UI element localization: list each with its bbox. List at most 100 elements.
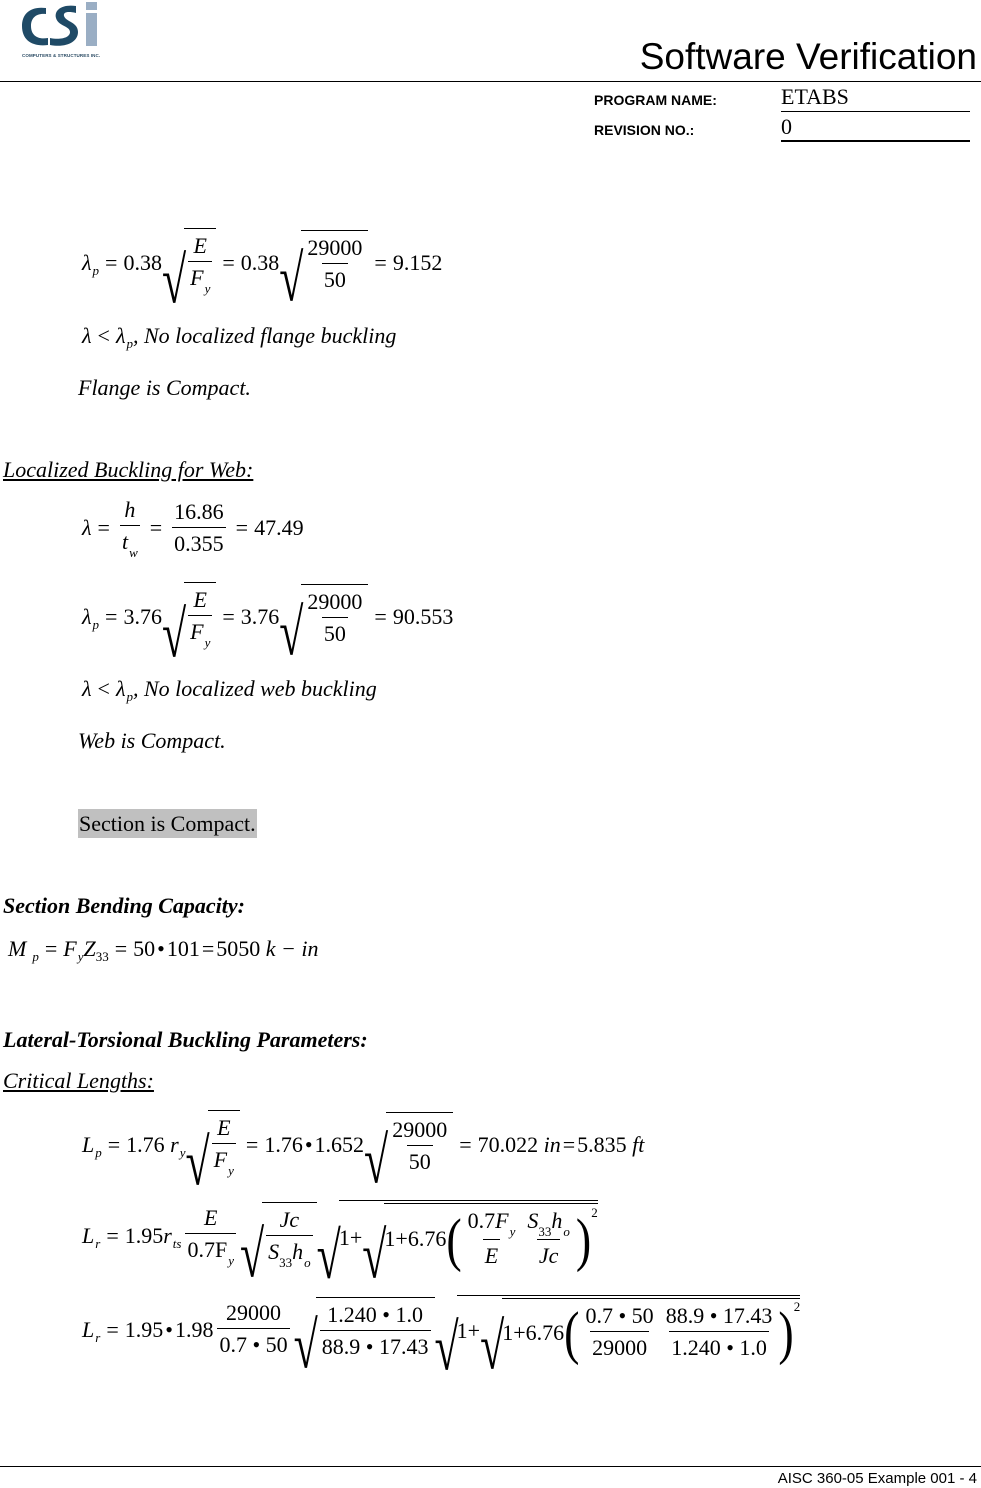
denominator: F <box>190 265 204 290</box>
bending-heading: Section Bending Capacity: <box>3 893 245 918</box>
symbol-z: Z <box>83 936 96 961</box>
result: 9.152 <box>392 249 443 275</box>
flange-lambda-p-equation: λp = 0.38 √ E Fy = 0.38 √ 29000 50 = 9.152 <box>82 228 443 314</box>
revision-label: REVISION NO.: <box>594 122 695 138</box>
denominator: 50 <box>321 262 348 296</box>
numerator: E <box>193 587 207 612</box>
coefficient: 3.76 <box>240 603 280 629</box>
symbol-r: r <box>170 1131 179 1157</box>
logo-subtitle: COMPUTERS & STRUCTURES INC. <box>22 53 101 58</box>
result-ft: 5.835 <box>577 1131 627 1157</box>
denominator: 0.7 • 50 <box>217 1328 290 1361</box>
numerator: E <box>217 1115 231 1140</box>
denominator: 88.9 • 17.43 <box>319 1329 431 1363</box>
subscript: r <box>95 1236 101 1251</box>
footer-text: AISC 360-05 Example 001 - 4 <box>777 1470 977 1487</box>
numerator: 29000 <box>307 588 363 614</box>
subscript: ts <box>172 1236 182 1251</box>
result-in: 70.022 <box>477 1131 539 1157</box>
subscript: y <box>204 281 211 296</box>
footer-divider <box>0 1466 981 1467</box>
result: 5050 <box>216 936 261 961</box>
numerator: 0.7 • 50 <box>585 1303 654 1328</box>
web-check-text: , No localized web buckling <box>132 676 377 701</box>
subscript: p <box>92 262 100 278</box>
denominator: 50 <box>406 1144 433 1178</box>
web-lambda-p-equation: λp = 3.76 √ E Fy = 3.76 √ 29000 50 = 90.553 <box>82 582 453 668</box>
sqrt: √ 29000 50 <box>279 229 369 311</box>
sqrt: √ 29000 50 <box>279 583 369 665</box>
symbol-lambda: λ <box>82 249 92 275</box>
program-name-underline <box>781 111 970 112</box>
csi-logo-icon <box>22 2 97 46</box>
denominator: 0.7F <box>187 1237 228 1262</box>
result: 47.49 <box>254 515 304 540</box>
exponent: 2 <box>591 1205 598 1220</box>
denominator: 0.355 <box>172 526 226 560</box>
lp-equation: Lp = 1.76 ry √ E Fy = 1.76 • 1.652 √ 29000 50 … <box>82 1110 645 1196</box>
coefficient: 1.95 <box>124 1223 164 1248</box>
subscript: y <box>228 1253 234 1268</box>
numerator: h <box>124 497 136 522</box>
subscript: y <box>77 949 84 964</box>
symbol-f: F <box>63 936 77 961</box>
symbol-m: M <box>8 936 27 961</box>
unit-in: in <box>543 1131 561 1157</box>
sqrt: √ 29000 50 <box>364 1111 454 1193</box>
denominator: 1.240 • 1.0 <box>669 1331 769 1364</box>
numerator: 16.86 <box>174 498 224 524</box>
symbol-l: L <box>82 1316 95 1342</box>
sqrt-inner: √ 1+ 6.76 ( 0.7Fy E S33ho Jc ) 2 <box>362 1203 598 1293</box>
numerator: 29000 <box>307 234 363 260</box>
value: 1.652 <box>314 1131 365 1157</box>
value: 1.98 <box>174 1316 214 1342</box>
symbol-l: L <box>82 1131 95 1157</box>
web-conclusion: Web is Compact. <box>78 728 226 753</box>
denominator: t <box>121 529 129 554</box>
numerator: 1.240 • 1.0 <box>327 1301 423 1327</box>
subscript: p <box>95 1144 102 1160</box>
sqrt: √ Jc S33ho <box>240 1201 317 1287</box>
revision-value: 0 <box>781 114 792 139</box>
mp-equation: Mp = Fy Z 33 = 50 • 101 = 5050 k − in <box>8 936 319 964</box>
ltb-heading: Lateral-Torsional Buckling Parameters: <box>3 1027 368 1052</box>
numerator: 29000 <box>226 1300 282 1325</box>
denominator: 50 <box>321 616 348 650</box>
unit-ft: ft <box>632 1131 645 1157</box>
web-check: λ < λ p , No localized web buckling <box>82 676 377 704</box>
subscript: 33 <box>279 1254 293 1270</box>
coefficient: 1.76 <box>264 1131 303 1157</box>
sqrt: √ E Fy <box>186 1110 240 1196</box>
coefficient: 0.38 <box>240 249 280 275</box>
subscript: y <box>228 1163 234 1178</box>
denominator: F <box>213 1147 228 1172</box>
symbol-l: L <box>82 1223 95 1248</box>
csi-logo: COMPUTERS & STRUCTURES INC. <box>20 0 110 62</box>
document-title: Software Verification <box>639 36 977 77</box>
revision-underline <box>781 140 970 142</box>
critical-lengths-heading: Critical Lengths: <box>3 1068 154 1093</box>
symbol-r: r <box>163 1223 172 1248</box>
numerator: 29000 <box>392 1116 448 1142</box>
symbol-lambda: λ <box>82 515 92 540</box>
one-plus: 1+ <box>338 1224 363 1250</box>
value: 101 <box>166 936 200 961</box>
sqrt-outer: √ 1+ √ 1+ 6.76 ( 0.7 • 50 29000 88.9 • 17.… <box>435 1295 801 1381</box>
sqrt: √ E Fy <box>162 582 217 668</box>
subscript: p <box>92 616 100 632</box>
coefficient: 6.76 <box>407 1226 447 1251</box>
coefficient: 0.38 <box>123 249 162 275</box>
web-heading: Localized Buckling for Web: <box>3 457 254 482</box>
denominator: 29000 <box>590 1331 650 1364</box>
one-plus: 1+ <box>456 1318 481 1343</box>
subscript: w <box>129 545 138 560</box>
coefficient: 6.76 <box>525 1319 565 1345</box>
lr-values-equation: Lr = 1.95 • 1.98 29000 0.7 • 50 √ 1.240 • 1.… <box>82 1295 801 1381</box>
web-lambda-equation: λ = h tw = 16.86 0.355 = 47.49 <box>82 497 304 560</box>
subscript: p <box>32 949 39 964</box>
numerator: E <box>193 233 207 258</box>
numerator: Jc <box>279 1206 300 1232</box>
lr-formula-equation: Lr = 1.95 r ts E 0.7Fy √ Jc S33ho √ 1+ √ 1+ 6.… <box>82 1200 598 1293</box>
subscript: r <box>95 1329 101 1345</box>
symbol-h: h <box>292 1238 304 1264</box>
